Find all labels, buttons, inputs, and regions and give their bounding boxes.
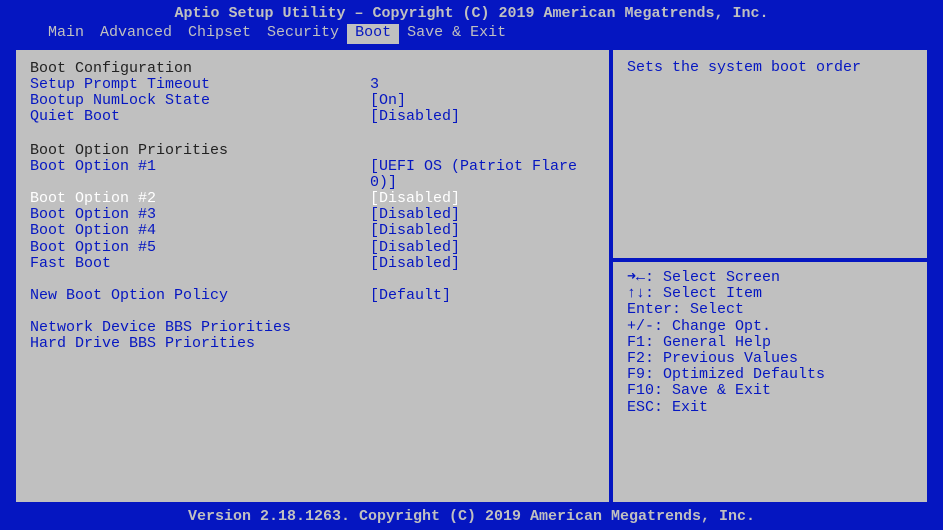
option-label: Boot Option #1 <box>30 159 370 175</box>
key-hint: ➜←: Select Screen <box>627 270 913 286</box>
option-row[interactable]: Boot Option #5[Disabled] <box>30 240 595 256</box>
option-value: [On] <box>370 93 406 109</box>
menu-bar: MainAdvancedChipsetSecurityBootSave & Ex… <box>0 24 943 48</box>
menu-item-chipset[interactable]: Chipset <box>180 24 259 44</box>
option-label: New Boot Option Policy <box>30 288 370 304</box>
option-row[interactable]: Boot Option #2[Disabled] <box>30 191 595 207</box>
menu-item-main[interactable]: Main <box>40 24 92 44</box>
option-value: [Disabled] <box>370 240 460 256</box>
menu-item-advanced[interactable]: Advanced <box>92 24 180 44</box>
option-value: [UEFI OS (Patriot Flare <box>370 159 577 175</box>
option-row[interactable]: Bootup NumLock State[On] <box>30 93 595 109</box>
option-row[interactable]: Network Device BBS Priorities <box>30 320 595 336</box>
option-label: Boot Option #3 <box>30 207 370 223</box>
option-row[interactable]: Boot Option #4[Disabled] <box>30 223 595 239</box>
key-hints-panel: ➜←: Select Screen↑↓: Select ItemEnter: S… <box>611 260 929 504</box>
key-hint: F10: Save & Exit <box>627 383 913 399</box>
option-row[interactable]: Boot Option #1[UEFI OS (Patriot Flare <box>30 159 595 175</box>
key-hint: F2: Previous Values <box>627 351 913 367</box>
footer-bar: Version 2.18.1263. Copyright (C) 2019 Am… <box>0 504 943 530</box>
option-value: [Disabled] <box>370 191 460 207</box>
option-value: [Disabled] <box>370 207 460 223</box>
option-row[interactable]: Setup Prompt Timeout3 <box>30 77 595 93</box>
option-row[interactable]: Fast Boot[Disabled] <box>30 256 595 272</box>
option-value-cont: 0)] <box>370 175 397 191</box>
option-row[interactable]: Quiet Boot[Disabled] <box>30 109 595 125</box>
key-hint: +/-: Change Opt. <box>627 319 913 335</box>
key-hint: Enter: Select <box>627 302 913 318</box>
section-heading: Boot Option Priorities <box>30 142 595 159</box>
option-label: Hard Drive BBS Priorities <box>30 336 370 352</box>
option-value: [Disabled] <box>370 223 460 239</box>
menu-item-save-exit[interactable]: Save & Exit <box>399 24 514 44</box>
option-label: Fast Boot <box>30 256 370 272</box>
option-label: Setup Prompt Timeout <box>30 77 370 93</box>
option-label: Boot Option #5 <box>30 240 370 256</box>
option-value: [Disabled] <box>370 256 460 272</box>
option-label: Bootup NumLock State <box>30 93 370 109</box>
right-column: Sets the system boot order ➜←: Select Sc… <box>611 48 929 504</box>
option-label: Boot Option #2 <box>30 191 370 207</box>
option-row[interactable]: Hard Drive BBS Priorities <box>30 336 595 352</box>
option-value: [Disabled] <box>370 109 460 125</box>
help-text: Sets the system boot order <box>627 60 913 77</box>
option-label: Network Device BBS Priorities <box>30 320 370 336</box>
menu-item-security[interactable]: Security <box>259 24 347 44</box>
body-area: Boot ConfigurationSetup Prompt Timeout3B… <box>0 48 943 504</box>
option-value: [Default] <box>370 288 451 304</box>
option-row[interactable]: New Boot Option Policy[Default] <box>30 288 595 304</box>
settings-panel: Boot ConfigurationSetup Prompt Timeout3B… <box>14 48 611 504</box>
menu-item-boot[interactable]: Boot <box>347 24 399 44</box>
key-hint: ESC: Exit <box>627 400 913 416</box>
help-panel: Sets the system boot order <box>611 48 929 260</box>
option-label: Quiet Boot <box>30 109 370 125</box>
section-heading: Boot Configuration <box>30 60 595 77</box>
option-row-cont: 0)] <box>30 175 595 191</box>
key-hint: F1: General Help <box>627 335 913 351</box>
key-hint: F9: Optimized Defaults <box>627 367 913 383</box>
option-label: Boot Option #4 <box>30 223 370 239</box>
title-bar: Aptio Setup Utility – Copyright (C) 2019… <box>0 0 943 24</box>
option-value: 3 <box>370 77 379 93</box>
option-row[interactable]: Boot Option #3[Disabled] <box>30 207 595 223</box>
app-title: Aptio Setup Utility – Copyright (C) 2019… <box>174 5 768 22</box>
version-text: Version 2.18.1263. Copyright (C) 2019 Am… <box>188 508 755 525</box>
key-hint: ↑↓: Select Item <box>627 286 913 302</box>
